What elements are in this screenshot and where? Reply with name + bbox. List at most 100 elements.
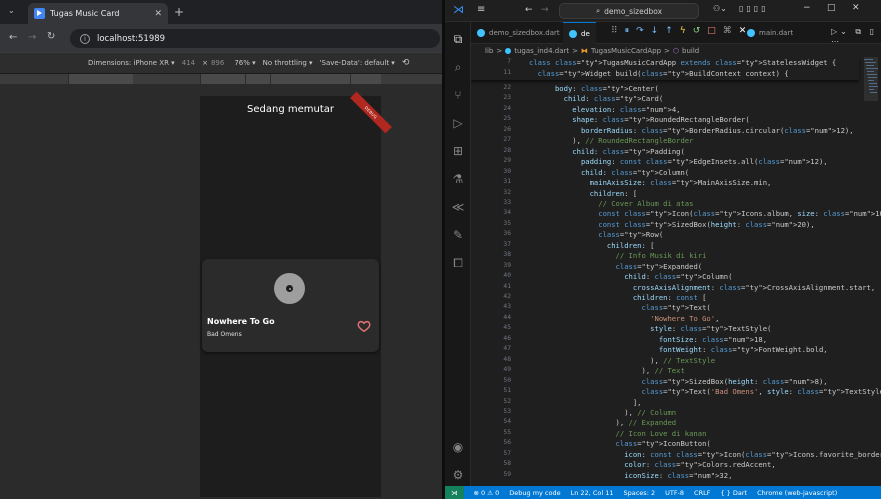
favorite-border-icon[interactable] [357,319,371,333]
back-arrow-icon[interactable]: ← [9,32,17,43]
run-debug-icon[interactable]: ▷ [445,112,471,134]
menu-icon[interactable]: ≡ [477,4,485,15]
code-line[interactable]: class="ty">Text('Bad Omens', style: clas… [529,387,881,396]
explorer-icon[interactable]: ⧉ [445,28,471,50]
zoom-select[interactable]: 76% ▾ [234,59,255,67]
breadcrumb-method[interactable]: build [682,47,699,55]
remote-explorer-icon[interactable]: ⧠ [445,252,471,274]
code-line[interactable]: ), // Column [529,408,676,417]
code-line[interactable]: mainAxisSize: class="ty">MainAxisSize.mi… [529,178,772,187]
tab-demo-sizedbox[interactable]: demo_sizedbox.dart [471,22,566,44]
breadcrumb-class[interactable]: TugasMusicCardApp [591,47,661,55]
code-line[interactable]: class="ty">Text( [529,303,711,312]
hot-reload-icon[interactable]: ϟ [680,26,686,36]
sticky-line[interactable]: class="ty">Widget build(class="ty">Build… [529,69,789,78]
indentation-status[interactable]: Spaces: 2 [624,489,656,497]
code-line[interactable]: children: [ [529,189,638,198]
code-line[interactable]: padding: const class="ty">EdgeInsets.all… [529,157,828,166]
layout-icons[interactable]: ▯▯▯▯ [739,4,769,13]
minimap[interactable] [864,57,878,486]
minimize-icon[interactable]: − [803,3,811,13]
encoding-status[interactable]: UTF-8 [665,489,684,497]
save-data-select[interactable]: 'Save-Data': default ▾ [320,59,395,67]
address-bar[interactable]: i localhost:51989 [70,29,440,48]
stop-icon[interactable]: □ [707,26,716,36]
cursor-position[interactable]: Ln 22, Col 11 [571,489,614,497]
maximize-icon[interactable]: □ [827,3,836,13]
code-line[interactable]: elevation: class="num">4, [529,105,680,114]
new-tab-button[interactable]: + [174,5,184,19]
rotate-icon[interactable]: ⟲ [402,58,410,68]
code-line[interactable]: class="ty">IconButton( [529,439,711,448]
debug-status[interactable]: Debug my code [509,489,560,497]
code-line[interactable]: // Cover Album di atas [529,199,693,208]
pen-icon[interactable]: ✎ [445,224,471,246]
code-line[interactable]: class="ty">SizedBox(height: class="num">… [529,377,828,386]
code-line[interactable]: shape: class="ty">RoundedRectangleBorder… [529,115,749,124]
step-out-icon[interactable]: ↑ [665,26,673,36]
drag-handle-icon[interactable]: ⠿ [611,26,618,36]
code-line[interactable]: children: const [ [529,293,707,302]
breadcrumb-file[interactable]: tugas_ind4.dart [514,47,569,55]
restart-icon[interactable]: ↺ [693,26,701,36]
settings-gear-icon[interactable]: ⚙ [445,464,471,486]
code-line[interactable]: iconSize: class="num">32, [529,471,732,480]
command-center[interactable]: ⌕ demo_sizedbox [559,3,699,19]
code-line[interactable]: child: class="ty">Card( [529,94,664,103]
source-control-icon[interactable]: ⑂ [445,84,471,106]
code-line[interactable]: icon: const class="ty">Icon(class="ty">I… [529,450,881,459]
code-line[interactable]: crossAxisAlignment: class="ty">CrossAxis… [529,283,875,292]
reload-icon[interactable]: ↻ [47,31,55,42]
code-line[interactable]: borderRadius: class="ty">BorderRadius.ci… [529,126,854,135]
code-line[interactable]: fontWeight: class="ty">FontWeight.bold, [529,345,828,354]
sticky-scroll[interactable]: 7 class class="ty">TugasMusicCardApp exte… [471,57,859,80]
close-tab-icon[interactable]: ✕ [154,9,162,19]
code-line[interactable]: const class="ty">Icon(class="ty">Icons.a… [529,209,881,218]
width-field[interactable]: 414 [182,59,195,67]
code-line[interactable]: ), // Text [529,366,685,375]
step-over-icon[interactable]: ↷ [636,26,644,36]
code-line[interactable]: ), // RoundedRectangleBorder [529,136,693,145]
code-area[interactable]: body: class="ty">Center( child: class="t… [529,57,881,486]
tab-main-dart[interactable]: main.dart [741,22,799,44]
code-line[interactable]: // Icon Love di kanan [529,429,707,438]
breadcrumb-folder[interactable]: lib [485,47,493,55]
remote-indicator[interactable]: ⋊ [445,486,464,499]
code-line[interactable]: class="ty">Expanded( [529,262,703,271]
search-view-icon[interactable]: ⌕ [445,56,471,78]
code-line[interactable]: class="ty">Row( [529,230,663,239]
code-line[interactable]: style: class="ty">TextStyle( [529,324,771,333]
browser-tab[interactable]: Tugas Music Card ✕ [28,3,168,24]
sticky-line[interactable]: class class="ty">TugasMusicCardApp exten… [529,58,836,67]
eol-status[interactable]: CRLF [694,489,710,497]
tab-active-file[interactable]: de [563,22,596,44]
code-line[interactable]: child: class="ty">Column( [529,272,732,281]
accounts-icon[interactable]: ◉ [445,436,471,458]
throttling-select[interactable]: No throttling ▾ [263,59,313,67]
dimensions-select[interactable]: Dimensions: iPhone XR ▾ [88,59,175,67]
code-line[interactable]: child: class="ty">Column( [529,168,689,177]
code-line[interactable]: ), // TextStyle [529,356,715,365]
code-line[interactable]: const class="ty">SizedBox(height: class=… [529,220,814,229]
code-line[interactable]: ), // Expanded [529,418,677,427]
code-line[interactable]: color: class="ty">Colors.redAccent, [529,460,775,469]
nav-forward-icon[interactable]: → [541,5,549,15]
window-close-icon[interactable]: ✕ [852,3,860,13]
language-status[interactable]: { } Dart [720,489,747,497]
code-line[interactable]: 'Nowhere To Go', [529,314,719,323]
nav-back-icon[interactable]: ← [525,5,533,15]
devtools-icon[interactable]: ⌘ [723,26,732,36]
height-field[interactable]: 896 [211,59,224,67]
flutter-icon[interactable]: ≪ [445,196,471,218]
code-editor[interactable]: 22 23 24 25 26 27 28 29 30 31 32 33 34 35 36 37 38 39 40 41… [471,57,881,486]
device-status[interactable]: Chrome (web-javascript) [757,489,837,497]
pause-icon[interactable]: ⏸ [625,26,630,36]
extensions-icon[interactable]: ⊞ [445,140,471,162]
code-line[interactable]: fontSize: class="num">18, [529,335,767,344]
step-into-icon[interactable]: ↓ [651,26,659,36]
forward-arrow-icon[interactable]: → [28,32,36,43]
code-line[interactable]: ], [529,398,642,407]
code-line[interactable]: child: class="ty">Padding( [529,147,685,156]
testing-icon[interactable]: ⚗ [445,168,471,190]
code-line[interactable]: body: class="ty">Center( [529,84,659,93]
